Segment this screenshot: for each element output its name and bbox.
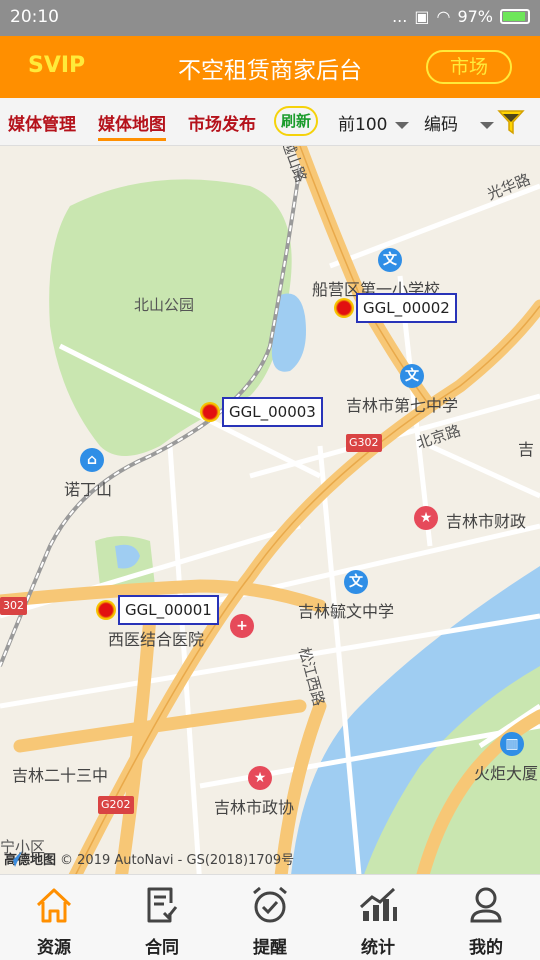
label-beishan-park: 北山公园: [134, 296, 195, 314]
copyright-text: © 2019 AutoNavi - GS(2018)1709号: [60, 853, 295, 868]
media-tag-ggl-00001[interactable]: GGL_00001: [118, 595, 219, 625]
bottom-nav: 资源 合同 提醒 统计 我的: [0, 874, 540, 960]
nav-label: 资源: [37, 938, 71, 958]
media-map[interactable]: 北山公园 诺丁山 西医结合医院 船营区第一小学校 吉林市第七中学 吉林毓文中学 …: [0, 146, 540, 874]
refresh-button[interactable]: 刷新: [274, 106, 318, 136]
nav-label: 提醒: [253, 938, 287, 958]
status-time: 20:10: [10, 7, 59, 27]
nav-reminder[interactable]: 提醒: [216, 875, 324, 960]
media-tag-ggl-00002[interactable]: GGL_00002: [356, 293, 457, 323]
wifi-icon: ◠: [436, 7, 451, 26]
chevron-down-icon: [480, 121, 494, 129]
signal-dots-icon: ...: [392, 7, 408, 26]
nav-resources[interactable]: 资源: [0, 875, 108, 960]
label-nuodingshan: 诺丁山: [64, 480, 113, 499]
hospital-icon[interactable]: +: [230, 614, 254, 638]
nav-mine[interactable]: 我的: [432, 875, 540, 960]
road-badge-g202: G202: [98, 796, 134, 814]
media-tag-ggl-00003[interactable]: GGL_00003: [222, 397, 323, 427]
road-badge-g302: G302: [346, 434, 382, 452]
label-ershisan-middle: 吉林二十三中: [12, 766, 109, 785]
nav-contract[interactable]: 合同: [108, 875, 216, 960]
nav-label: 合同: [145, 938, 179, 958]
user-icon: [470, 887, 502, 923]
government-icon[interactable]: ★: [414, 506, 438, 530]
app-header: SVIP 不空租赁商家后台 市场: [0, 36, 540, 98]
chevron-down-icon: [395, 121, 410, 129]
label-jilin-partial: 吉: [518, 440, 535, 459]
nav-label: 我的: [469, 938, 503, 958]
tab-bar: 媒体管理 媒体地图 市场发布 刷新 前100 编码: [0, 98, 540, 146]
media-marker[interactable]: [200, 402, 220, 422]
alarm-icon: [253, 886, 287, 923]
tab-market-publish[interactable]: 市场发布: [188, 110, 256, 135]
contract-icon: [147, 887, 178, 923]
label-huoju: 火炬大厦: [474, 764, 539, 783]
nav-label: 统计: [361, 938, 395, 958]
education-icon[interactable]: 文: [344, 570, 368, 594]
place-icon[interactable]: ⌂: [80, 448, 104, 472]
label-yuwen-middle: 吉林毓文中学: [298, 602, 395, 621]
label-finance: 吉林市财政: [446, 512, 527, 531]
amap-logo-icon: [6, 851, 22, 867]
media-marker[interactable]: [334, 298, 354, 318]
education-icon[interactable]: 文: [400, 364, 424, 388]
education-icon[interactable]: 文: [378, 248, 402, 272]
top-n-dropdown[interactable]: 前100: [338, 110, 410, 135]
code-dropdown[interactable]: 编码: [424, 110, 494, 135]
tab-media-map[interactable]: 媒体地图: [98, 110, 166, 141]
status-right: ... ▣ ◠ 97%: [392, 7, 530, 26]
government-icon[interactable]: ★: [248, 766, 272, 790]
landmark-icon[interactable]: ▥: [500, 732, 524, 756]
label-political: 吉林市政协: [214, 798, 295, 817]
home-icon: [36, 888, 72, 923]
filter-icon[interactable]: [497, 108, 525, 136]
market-button[interactable]: 市场: [426, 50, 512, 84]
map-copyright: 高德地图 © 2019 AutoNavi - GS(2018)1709号: [4, 849, 294, 868]
code-label: 编码: [424, 115, 458, 135]
label-seventh-middle: 吉林市第七中学: [346, 396, 459, 415]
battery-icon: [500, 9, 530, 24]
top-n-label: 前100: [338, 115, 388, 135]
nav-statistics[interactable]: 统计: [324, 875, 432, 960]
sim-icon: ▣: [414, 7, 430, 26]
road-badge-302: 302: [0, 597, 27, 615]
status-bar: 20:10 ... ▣ ◠ 97%: [0, 0, 540, 36]
stats-icon: [359, 887, 397, 921]
label-xiyi-hospital: 西医结合医院: [108, 630, 205, 649]
media-marker[interactable]: [96, 600, 116, 620]
tab-media-manage[interactable]: 媒体管理: [8, 110, 76, 135]
battery-percent: 97%: [457, 7, 493, 26]
